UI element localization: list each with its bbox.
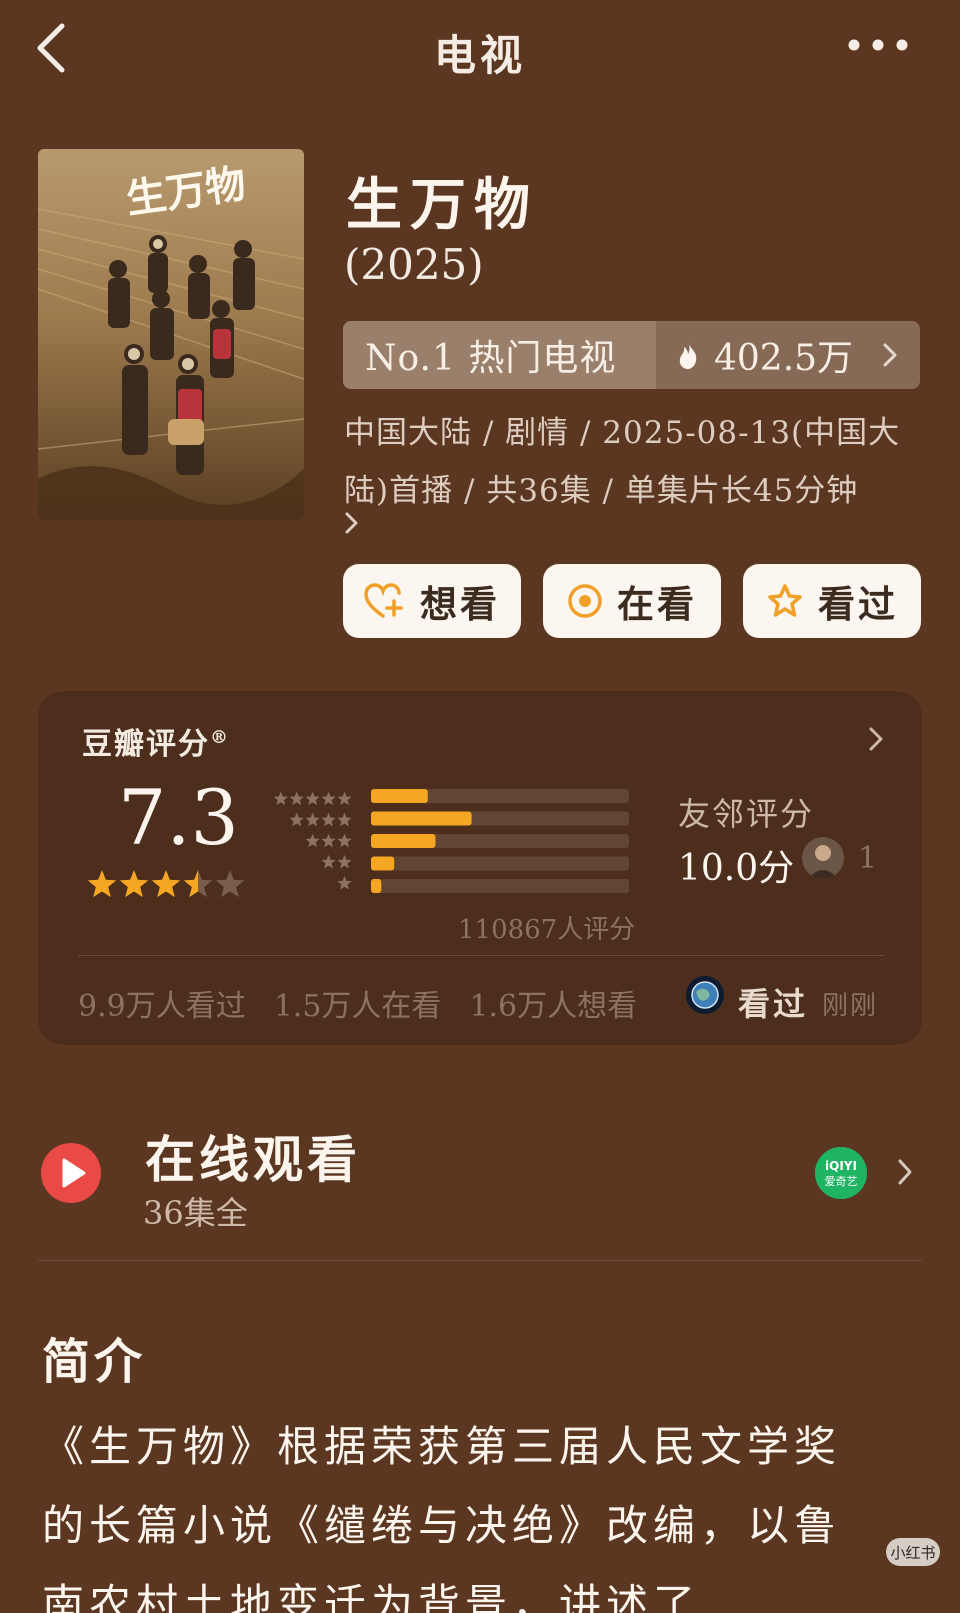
- distribution-bar-track: [371, 879, 629, 893]
- distribution-star-label: [321, 791, 336, 806]
- watching-button[interactable]: 在看: [543, 564, 721, 638]
- avatar[interactable]: [802, 837, 844, 879]
- rating-star: [151, 870, 181, 898]
- divider: [38, 1260, 922, 1261]
- svg-text:iQIYI: iQIYI: [825, 1159, 857, 1173]
- show-title: 生万物: [346, 172, 538, 238]
- distribution-star-label: [321, 854, 336, 869]
- watching-count: 1.5万人在看: [273, 989, 442, 1024]
- iqiyi-logo[interactable]: iQIYI 爱奇艺: [815, 1147, 867, 1199]
- wish-count: 1.6万人想看: [469, 989, 638, 1024]
- play-button[interactable]: [41, 1143, 101, 1203]
- chevron-right-icon[interactable]: [344, 510, 360, 536]
- watching-label: 在看: [617, 582, 697, 626]
- distribution-star-label: [305, 791, 320, 806]
- recent-activity-time: 刚刚: [822, 991, 879, 1021]
- intro-line: 南农村土地变迁为背景，讲述了: [42, 1580, 701, 1613]
- rating-card[interactable]: 豆瓣评分® 7.3 110867人评分 友邻评分 10.0分 1 9.9万人看过…: [38, 691, 922, 1045]
- distribution-star-label: [337, 854, 352, 869]
- watched-label: 看过: [818, 582, 898, 626]
- top-nav-bar: 电视: [0, 0, 960, 95]
- distribution-bar: [371, 856, 395, 871]
- distribution-bar: [371, 834, 436, 848]
- star-outline-icon: [768, 584, 802, 617]
- rating-star: [215, 870, 245, 898]
- distribution-star-label: [305, 833, 320, 848]
- avatar[interactable]: [686, 976, 724, 1014]
- svg-text:爱奇艺: 爱奇艺: [825, 1175, 858, 1188]
- rating-star: [183, 870, 213, 898]
- xiaohongshu-watermark: 小红书: [886, 1538, 940, 1566]
- recent-activity-label: 看过: [738, 985, 809, 1023]
- show-meta[interactable]: 中国大陆 / 剧情 / 2025-08-13(中国大 陆)首播 / 共36集 /…: [344, 404, 924, 520]
- chevron-right-icon[interactable]: [868, 725, 884, 753]
- ranking-bar[interactable]: No.1 热门电视 402.5万: [343, 321, 920, 389]
- chevron-right-icon[interactable]: [896, 1157, 914, 1187]
- rating-score: 7.3: [118, 773, 239, 862]
- distribution-star-label: [337, 812, 352, 827]
- distribution-bar: [371, 811, 472, 826]
- heart-plus-icon: [364, 583, 403, 618]
- neighbor-rating-count: 1: [858, 841, 878, 876]
- distribution-star-label: [337, 791, 352, 806]
- distribution-star-label: [321, 812, 336, 827]
- neighbor-rating-score: 10.0分: [678, 848, 795, 889]
- divider: [78, 955, 884, 956]
- meta-line: 中国大陆 / 剧情 / 2025-08-13(中国大: [344, 415, 901, 451]
- flame-icon: [679, 342, 697, 369]
- rating-stars: [87, 870, 245, 898]
- distribution-star-label: [321, 833, 336, 848]
- distribution-star-label: [305, 812, 320, 827]
- intro-title: 简介: [42, 1334, 147, 1390]
- online-watch-title[interactable]: 在线观看: [145, 1120, 361, 1192]
- distribution-bar-track: [371, 856, 629, 871]
- rating-distribution: [371, 789, 629, 893]
- page-title: 电视: [433, 31, 526, 80]
- distribution-star-label: [273, 791, 288, 806]
- intro-line: 的长篇小说《缱绻与决绝》改编，以鲁: [42, 1501, 842, 1550]
- neighbor-rating-label: 友邻评分: [678, 795, 815, 833]
- target-circle-icon: [568, 584, 602, 618]
- play-icon: [62, 1158, 86, 1188]
- watch-stats: 9.9万人看过 1.5万人在看 1.6万人想看: [78, 981, 665, 1025]
- more-horizontal-icon: [848, 39, 908, 51]
- intro-text[interactable]: 《生万物》根据荣获第三届人民文学奖 的长篇小说《缱绻与决绝》改编，以鲁 南农村土…: [42, 1407, 922, 1613]
- distribution-star-label: [289, 791, 304, 806]
- want-to-watch-label: 想看: [420, 582, 500, 626]
- intro-line: 《生万物》根据荣获第三届人民文学奖: [42, 1422, 842, 1471]
- heat-section: 402.5万: [656, 321, 920, 389]
- rank-label: No.1 热门电视: [343, 321, 656, 389]
- rating-title: 豆瓣评分®: [82, 727, 230, 762]
- heat-value: 402.5万: [714, 338, 854, 379]
- chevron-right-icon: [883, 343, 897, 367]
- rating-count: 110867人评分: [458, 915, 636, 945]
- want-to-watch-button[interactable]: 想看: [343, 564, 521, 638]
- distribution-star-label: [337, 833, 352, 848]
- watched-count: 9.9万人看过: [78, 989, 246, 1024]
- distribution-bar: [371, 789, 428, 803]
- distribution-star-label: [289, 812, 304, 827]
- distribution-star-label: [337, 875, 352, 890]
- show-year: (2025): [344, 240, 484, 289]
- distribution-star-labels: [273, 791, 352, 890]
- poster-image[interactable]: 生万物: [38, 149, 304, 520]
- online-watch-subtitle: 36集全: [143, 1194, 248, 1232]
- watched-button[interactable]: 看过: [743, 564, 921, 638]
- meta-line: 陆)首播 / 共36集 / 单集片长45分钟: [344, 473, 859, 509]
- more-button[interactable]: [842, 30, 914, 60]
- rating-star: [87, 870, 117, 898]
- distribution-bar: [371, 879, 382, 893]
- rating-star: [119, 870, 149, 898]
